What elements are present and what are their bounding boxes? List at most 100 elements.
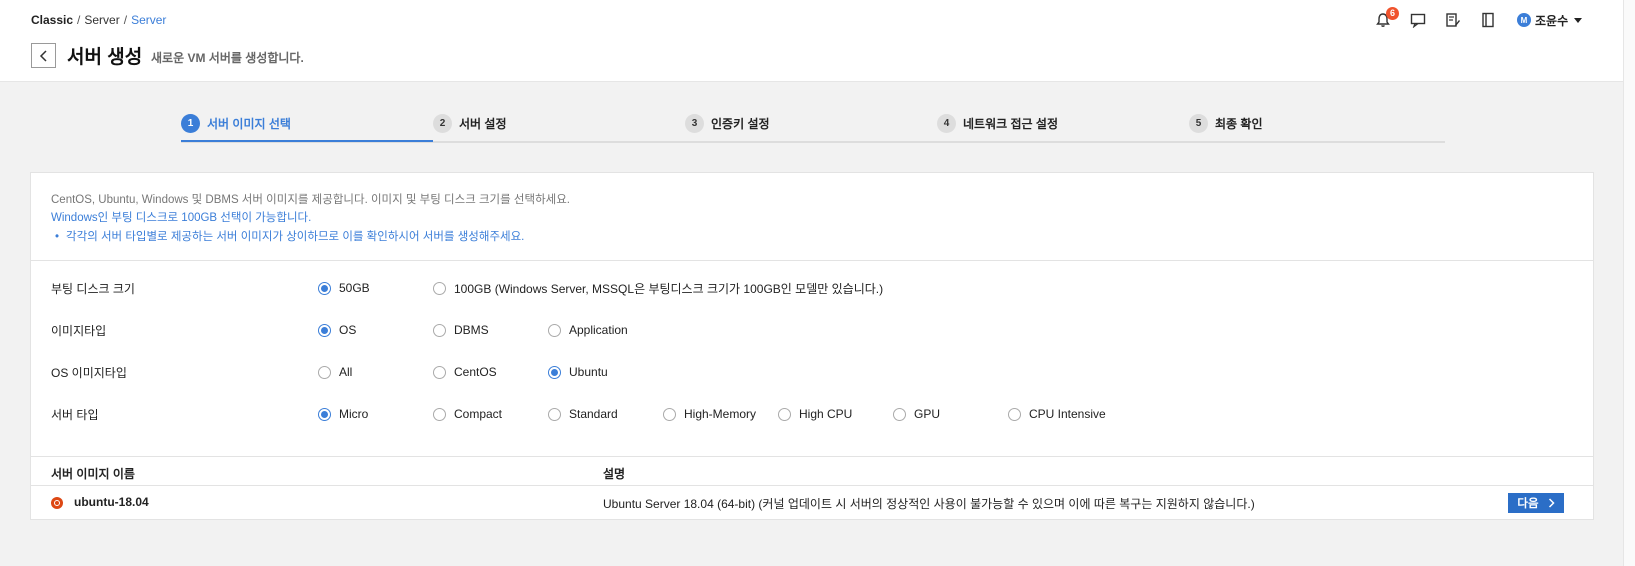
radio-label: Micro	[339, 407, 369, 421]
radio-dot	[433, 407, 446, 421]
radio-label: 100GB (Windows Server, MSSQL은 부팅디스크 크기가 …	[454, 281, 884, 296]
os-image-type-row: OS 이미지타입 All CentOS Ubuntu	[51, 360, 1551, 384]
column-header-name: 서버 이미지 이름	[51, 467, 135, 481]
scrollbar[interactable]	[1623, 0, 1635, 566]
ubuntu-logo-icon	[51, 497, 63, 509]
radio-dbms[interactable]: DBMS	[433, 323, 489, 337]
column-header-description: 설명	[603, 467, 626, 481]
image-type-row: 이미지타입 OS DBMS Application	[51, 318, 1551, 342]
radio-dot	[663, 407, 676, 421]
form-label: 이미지타입	[51, 323, 107, 338]
page-subtitle: 새로운 VM 서버를 생성합니다.	[151, 51, 304, 65]
chevron-right-icon	[1548, 498, 1555, 508]
radio-application[interactable]: Application	[548, 323, 628, 337]
radio-all[interactable]: All	[318, 365, 352, 379]
step-auth-key[interactable]: 3 인증키 설정	[685, 112, 770, 134]
radio-dot	[548, 365, 561, 379]
radio-label: CentOS	[454, 365, 497, 379]
radio-label: CPU Intensive	[1029, 407, 1106, 421]
next-button-label: 다음	[1517, 498, 1539, 510]
radio-100gb[interactable]: 100GB (Windows Server, MSSQL은 부팅디스크 크기가 …	[433, 280, 883, 297]
caret-down-icon	[1574, 17, 1583, 23]
guide-button[interactable]	[1478, 10, 1498, 30]
step-final-confirm[interactable]: 5 최종 확인	[1189, 112, 1263, 134]
active-step-indicator	[181, 140, 433, 142]
radio-standard[interactable]: Standard	[548, 407, 618, 421]
user-name: 조윤수	[1535, 13, 1569, 28]
step-label: 서버 설정	[459, 116, 507, 131]
radio-dot	[318, 281, 331, 295]
edit-note-icon	[1446, 13, 1460, 27]
step-network-access[interactable]: 4 네트워크 접근 설정	[937, 112, 1058, 134]
step-server-settings[interactable]: 2 서버 설정	[433, 112, 507, 134]
radio-label: Standard	[569, 407, 618, 421]
radio-label: High-Memory	[684, 407, 757, 421]
form-label: OS 이미지타입	[51, 365, 127, 380]
step-number: 1	[181, 113, 200, 133]
user-menu[interactable]: M 조윤수	[1517, 12, 1583, 29]
radio-label: Compact	[454, 407, 503, 421]
form-label: 서버 타입	[51, 407, 99, 422]
breadcrumb-current: Server	[131, 13, 167, 27]
breadcrumb-separator: /	[123, 13, 128, 27]
radio-high-cpu[interactable]: High CPU	[778, 407, 852, 421]
table-header: 서버 이미지 이름 설명	[31, 456, 1593, 486]
radio-50gb[interactable]: 50GB	[318, 281, 370, 295]
back-button[interactable]	[31, 43, 56, 68]
image-selection-panel: CentOS, Ubuntu, Windows 및 DBMS 서버 이미지를 제…	[30, 172, 1594, 520]
memo-button[interactable]	[1443, 10, 1463, 30]
chat-button[interactable]	[1408, 10, 1428, 30]
image-description: Ubuntu Server 18.04 (64-bit) (커널 업데이트 시 …	[603, 497, 1255, 511]
radio-compact[interactable]: Compact	[433, 407, 502, 421]
chat-monitor-icon	[1410, 13, 1426, 28]
radio-dot	[548, 407, 561, 421]
notification-badge: 6	[1386, 7, 1399, 20]
radio-label: Ubuntu	[569, 365, 608, 379]
step-number: 5	[1189, 113, 1208, 133]
top-header: Classic / Server / Server 서버 생성 새로운 VM 서버를 생…	[0, 0, 1623, 82]
radio-cpu-intensive[interactable]: CPU Intensive	[1008, 407, 1106, 421]
radio-dot	[318, 323, 331, 337]
avatar: M	[1517, 13, 1531, 27]
breadcrumb-root[interactable]: Classic	[31, 13, 73, 27]
table-row[interactable]: ubuntu-18.04 Ubuntu Server 18.04 (64-bit…	[31, 487, 1593, 519]
radio-label: All	[339, 365, 353, 379]
radio-micro[interactable]: Micro	[318, 407, 368, 421]
breadcrumb: Classic / Server / Server	[31, 13, 166, 27]
radio-centos[interactable]: CentOS	[433, 365, 497, 379]
radio-dot	[318, 365, 331, 379]
step-label: 최종 확인	[1215, 116, 1263, 131]
next-button[interactable]: 다음	[1508, 493, 1564, 513]
step-server-image[interactable]: 1 서버 이미지 선택	[181, 112, 291, 134]
notification-button[interactable]: 6	[1373, 7, 1399, 30]
radio-dot	[433, 323, 446, 337]
boot-disk-row: 부팅 디스크 크기 50GB 100GB (Windows Server, MS…	[51, 276, 1551, 300]
radio-label: DBMS	[454, 323, 489, 337]
radio-ubuntu[interactable]: Ubuntu	[548, 365, 608, 379]
info-text: CentOS, Ubuntu, Windows 및 DBMS 서버 이미지를 제…	[51, 194, 570, 206]
breadcrumb-server[interactable]: Server	[84, 13, 119, 27]
radio-high-memory[interactable]: High-Memory	[663, 407, 756, 421]
radio-dot	[318, 407, 331, 421]
info-text-windows: Windows인 부팅 디스크로 100GB 선택이 가능합니다.	[51, 212, 312, 224]
radio-dot	[778, 407, 791, 421]
radio-label: GPU	[914, 407, 941, 421]
step-number: 3	[685, 113, 704, 133]
step-label: 인증키 설정	[711, 116, 770, 131]
radio-label: Application	[569, 323, 628, 337]
step-label: 서버 이미지 선택	[207, 116, 291, 131]
header-toolbar: 6 M 조윤수	[1373, 7, 1583, 30]
radio-dot	[893, 407, 906, 421]
radio-gpu[interactable]: GPU	[893, 407, 940, 421]
radio-label: High CPU	[799, 407, 853, 421]
server-type-row: 서버 타입 Micro Compact Standard High-Memory…	[51, 402, 1551, 426]
image-name: ubuntu-18.04	[74, 495, 149, 509]
info-bullet: 각각의 서버 타입별로 제공하는 서버 이미지가 상이하므로 이를 확인하시어 …	[51, 227, 1573, 247]
radio-dot	[433, 281, 446, 295]
radio-os[interactable]: OS	[318, 323, 356, 337]
chevron-left-icon	[39, 49, 47, 62]
book-icon	[1482, 12, 1494, 28]
radio-dot	[548, 323, 561, 337]
step-number: 4	[937, 113, 956, 133]
radio-dot	[433, 365, 446, 379]
